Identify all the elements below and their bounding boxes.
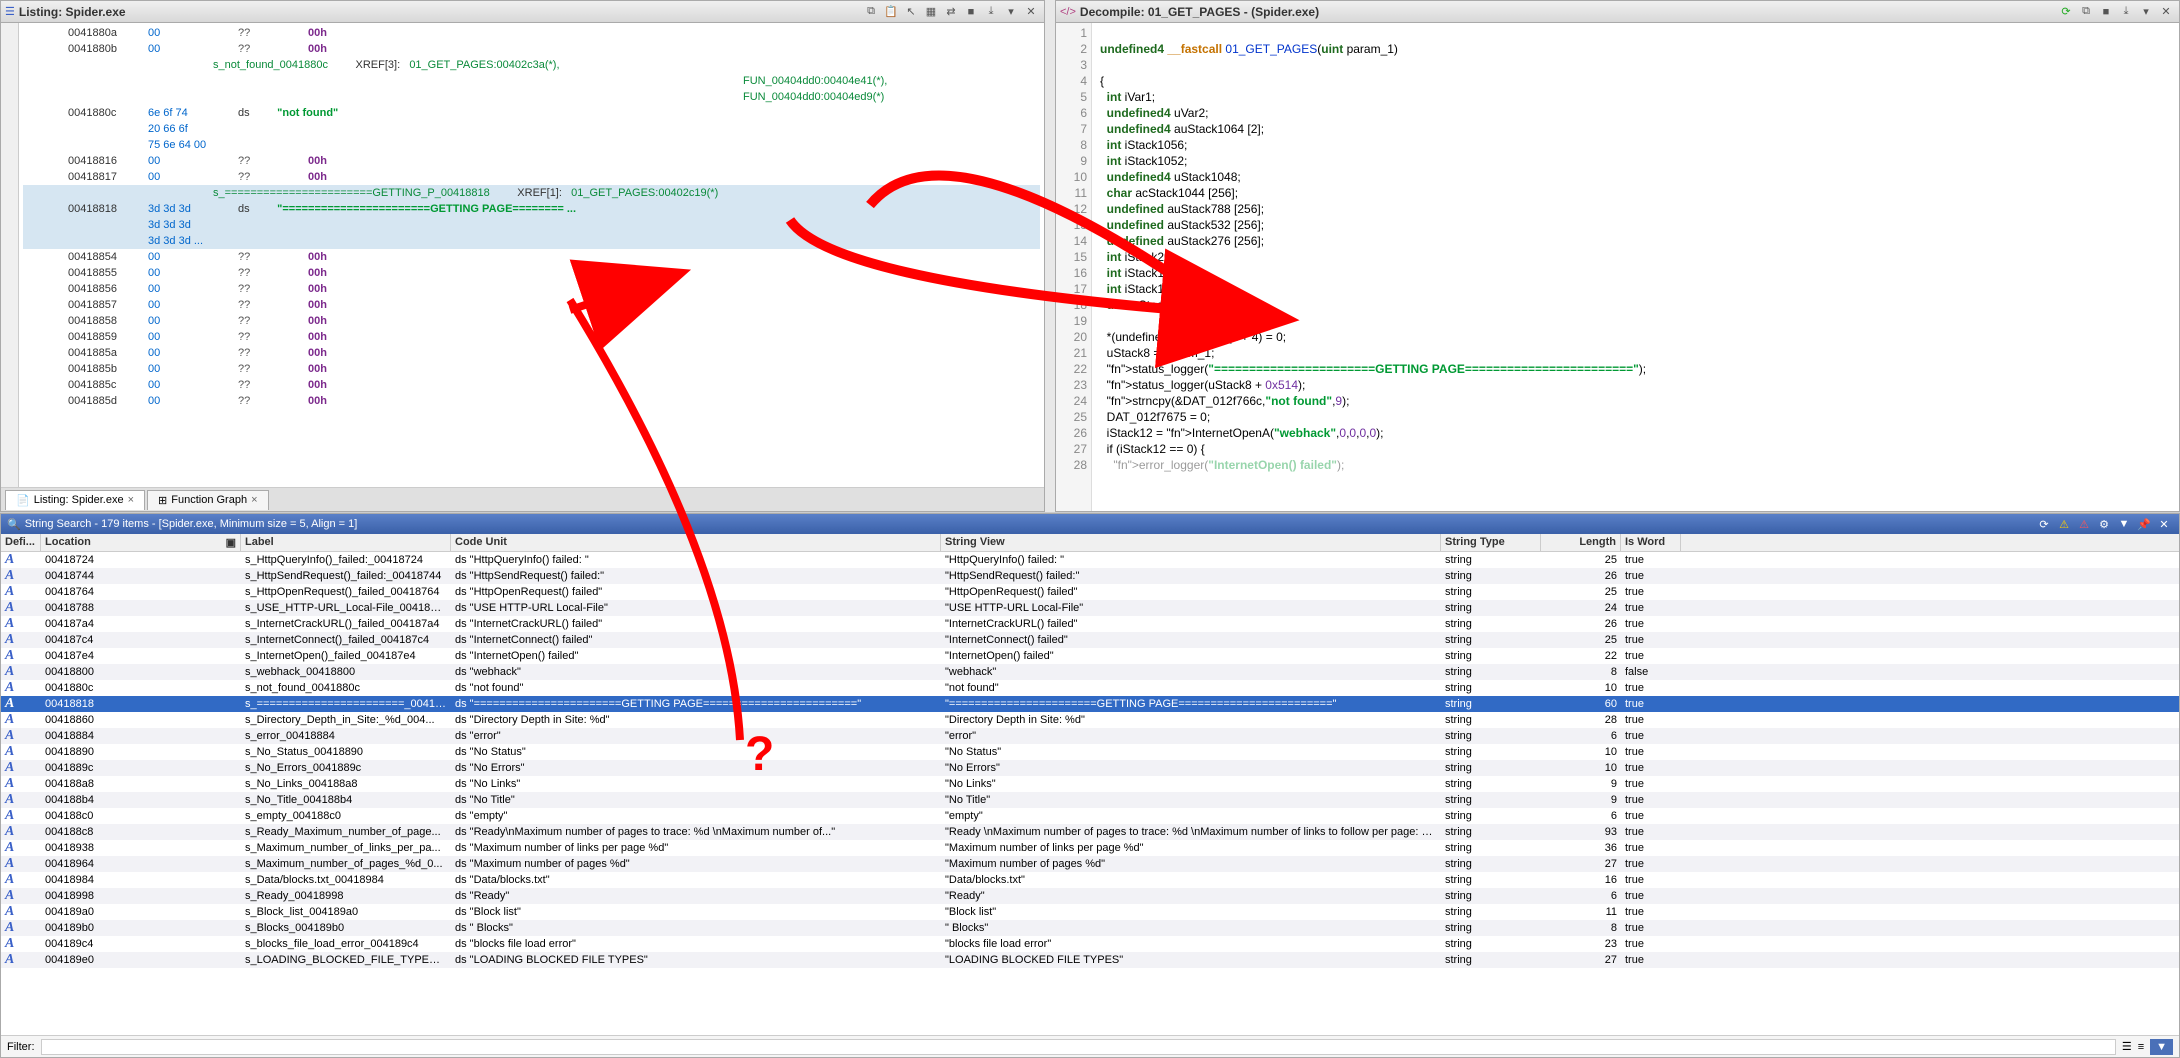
- decompile-title: Decompile: 01_GET_PAGES - (Spider.exe): [1080, 5, 2057, 19]
- table-row[interactable]: A00418938s_Maximum_number_of_links_per_p…: [1, 840, 2179, 856]
- decompile-panel: </> Decompile: 01_GET_PAGES - (Spider.ex…: [1055, 0, 2180, 512]
- table-row[interactable]: A00418788s_USE_HTTP-URL_Local-File_00418…: [1, 600, 2179, 616]
- table-row[interactable]: A00418744s_HttpSendRequest()_failed:_004…: [1, 568, 2179, 584]
- paste-icon[interactable]: 📋: [882, 4, 900, 20]
- table-row[interactable]: A00418884s_error_00418884ds "error""erro…: [1, 728, 2179, 744]
- table-row[interactable]: A00418964s_Maximum_number_of_pages_%d_0.…: [1, 856, 2179, 872]
- col-location[interactable]: Location ▣: [41, 534, 241, 551]
- filter-settings-icon[interactable]: ☰: [2122, 1040, 2132, 1053]
- minimize-icon[interactable]: ▾: [1002, 4, 1020, 20]
- table-row[interactable]: A0041889cs_No_Errors_0041889cds "No Erro…: [1, 760, 2179, 776]
- close-icon[interactable]: ✕: [1022, 4, 1040, 20]
- filter-icon[interactable]: ▼: [2115, 516, 2133, 532]
- export-icon[interactable]: ⤓: [2117, 4, 2135, 20]
- col-defined[interactable]: Defi...: [1, 534, 41, 551]
- table-row[interactable]: A004189b0s_Blocks_004189b0ds " Blocks"" …: [1, 920, 2179, 936]
- warn2-icon[interactable]: ⚠: [2075, 516, 2093, 532]
- table-row[interactable]: A00418818s_=======================_00418…: [1, 696, 2179, 712]
- filter-clear-icon[interactable]: ≡: [2138, 1041, 2144, 1053]
- field-icon[interactable]: ▦: [922, 4, 940, 20]
- string-table-body[interactable]: A00418724s_HttpQueryInfo()_failed:_00418…: [1, 552, 2179, 1035]
- settings-icon[interactable]: ⚙: [2095, 516, 2113, 532]
- col-stringtype[interactable]: String Type: [1441, 534, 1541, 551]
- listing-content[interactable]: 0041880a00??00h0041880b00??00hs_not_foun…: [19, 23, 1044, 487]
- decompile-code[interactable]: undefined4 __fastcall 01_GET_PAGES(uint …: [1092, 23, 2179, 511]
- warn-icon[interactable]: ⚠: [2055, 516, 2073, 532]
- listing-title: Listing: Spider.exe: [19, 5, 862, 19]
- table-row[interactable]: A0041880cs_not_found_0041880cds "not fou…: [1, 680, 2179, 696]
- col-isword[interactable]: Is Word: [1621, 534, 1681, 551]
- table-row[interactable]: A00418890s_No_Status_00418890ds "No Stat…: [1, 744, 2179, 760]
- tab-doc-icon: 📄: [16, 494, 30, 507]
- close-icon[interactable]: ✕: [2155, 516, 2173, 532]
- table-row[interactable]: A004187c4s_InternetConnect()_failed_0041…: [1, 632, 2179, 648]
- tab-close-icon[interactable]: ×: [128, 494, 134, 506]
- search-icon: 🔍: [7, 518, 21, 531]
- copy-icon[interactable]: ⧉: [862, 4, 880, 20]
- pin-icon[interactable]: 📌: [2135, 516, 2153, 532]
- copy-icon[interactable]: ⧉: [2077, 4, 2095, 20]
- table-row[interactable]: A004189c4s_blocks_file_load_error_004189…: [1, 936, 2179, 952]
- graph-icon: ⊞: [158, 494, 167, 507]
- table-row[interactable]: A004188c8s_Ready_Maximum_number_of_page.…: [1, 824, 2179, 840]
- snapshot-icon[interactable]: ■: [962, 4, 980, 20]
- string-table-header[interactable]: Defi... Location ▣ Label Code Unit Strin…: [1, 534, 2179, 552]
- diff-icon[interactable]: ⇄: [942, 4, 960, 20]
- table-row[interactable]: A004188b4s_No_Title_004188b4ds "No Title…: [1, 792, 2179, 808]
- table-row[interactable]: A00418764s_HttpOpenRequest()_failed_0041…: [1, 584, 2179, 600]
- filter-input[interactable]: [41, 1039, 2116, 1055]
- table-row[interactable]: A00418724s_HttpQueryInfo()_failed:_00418…: [1, 552, 2179, 568]
- tab-close-icon[interactable]: ×: [251, 494, 257, 506]
- table-row[interactable]: A00418998s_Ready_00418998ds "Ready""Read…: [1, 888, 2179, 904]
- col-codeunit[interactable]: Code Unit: [451, 534, 941, 551]
- filter-label: Filter:: [7, 1041, 35, 1053]
- string-search-title: String Search - 179 items - [Spider.exe,…: [25, 518, 2035, 530]
- col-length[interactable]: Length: [1541, 534, 1621, 551]
- listing-panel: ☰ Listing: Spider.exe ⧉ 📋 ↖ ▦ ⇄ ■ ⤓ ▾ ✕ …: [0, 0, 1045, 512]
- line-number-gutter: 1234567891011121314151617181920212223242…: [1056, 23, 1092, 511]
- refresh-icon[interactable]: ⟳: [2057, 4, 2075, 20]
- filter-menu-icon[interactable]: ▼: [2150, 1039, 2173, 1055]
- table-row[interactable]: A004187e4s_InternetOpen()_failed_004187e…: [1, 648, 2179, 664]
- table-row[interactable]: A004188c0s_empty_004188c0ds "empty""empt…: [1, 808, 2179, 824]
- col-label[interactable]: Label: [241, 534, 451, 551]
- table-row[interactable]: A004187a4s_InternetCrackURL()_failed_004…: [1, 616, 2179, 632]
- tab-function-graph[interactable]: ⊞ Function Graph ×: [147, 490, 268, 510]
- listing-gutter: [1, 23, 19, 487]
- minimize-icon[interactable]: ▾: [2137, 4, 2155, 20]
- listing-icon: ☰: [5, 5, 15, 18]
- tab-listing[interactable]: 📄 Listing: Spider.exe ×: [5, 490, 145, 510]
- table-row[interactable]: A00418984s_Data/blocks.txt_00418984ds "D…: [1, 872, 2179, 888]
- table-row[interactable]: A00418860s_Directory_Depth_in_Site:_%d_0…: [1, 712, 2179, 728]
- export-icon[interactable]: ⤓: [982, 4, 1000, 20]
- string-search-panel: 🔍 String Search - 179 items - [Spider.ex…: [0, 513, 2180, 1058]
- listing-tabs: 📄 Listing: Spider.exe × ⊞ Function Graph…: [1, 487, 1044, 511]
- table-row[interactable]: A004188a8s_No_Links_004188a8ds "No Links…: [1, 776, 2179, 792]
- sort-icon: ▣: [226, 536, 236, 549]
- cursor-icon[interactable]: ↖: [902, 4, 920, 20]
- refresh-icon[interactable]: ⟳: [2035, 516, 2053, 532]
- snapshot-icon[interactable]: ■: [2097, 4, 2115, 20]
- table-row[interactable]: A004189e0s_LOADING_BLOCKED_FILE_TYPES_0.…: [1, 952, 2179, 968]
- table-row[interactable]: A004189a0s_Block_list_004189a0ds "Block …: [1, 904, 2179, 920]
- decompile-icon: </>: [1060, 6, 1076, 18]
- close-icon[interactable]: ✕: [2157, 4, 2175, 20]
- col-stringview[interactable]: String View: [941, 534, 1441, 551]
- table-row[interactable]: A00418800s_webhack_00418800ds "webhack""…: [1, 664, 2179, 680]
